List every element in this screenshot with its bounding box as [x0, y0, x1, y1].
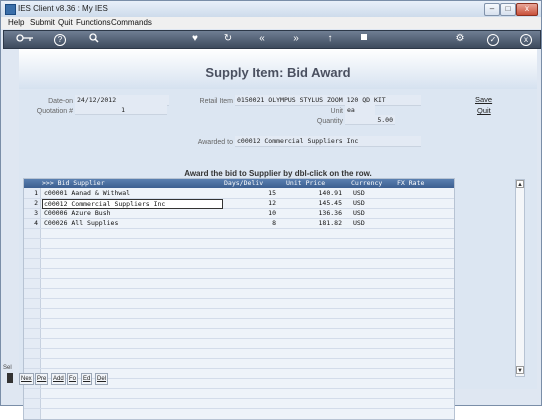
table-row[interactable]	[24, 259, 454, 269]
row-number: 4	[34, 219, 38, 227]
table-row[interactable]	[24, 389, 454, 399]
row-days[interactable]: 10	[224, 209, 276, 218]
quotation-field[interactable]: 1	[75, 105, 167, 115]
menu-functions[interactable]: Functions	[76, 18, 111, 27]
toolbar: ? ♥ ↻ « » ↑ ⚙ ✓ x	[3, 30, 541, 49]
minimize-button[interactable]: –	[484, 3, 500, 16]
save-link[interactable]: Save	[475, 95, 492, 104]
row-supplier[interactable]: c00001 Aanad & Withwal	[44, 189, 130, 198]
previous-button[interactable]: Pre	[35, 373, 49, 385]
menu-submit[interactable]: Submit	[30, 18, 55, 27]
awarded-to-field[interactable]: c00012 Commercial Suppliers Inc	[235, 136, 421, 147]
table-row[interactable]	[24, 239, 454, 249]
table-row[interactable]: 2 c00012 Commercial Suppliers Inc 12 145…	[24, 199, 454, 209]
table-row[interactable]	[24, 229, 454, 239]
table-row[interactable]	[24, 319, 454, 329]
table-row[interactable]: 3 C00006 Azure Bush 10 136.36 USD	[24, 209, 454, 219]
row-currency[interactable]: USD	[353, 189, 365, 198]
app-icon	[5, 4, 16, 15]
quotation-label: Quotation #	[36, 108, 73, 115]
quit-link[interactable]: Quit	[477, 106, 491, 115]
col-days-deliv[interactable]: Days/Deliv	[224, 179, 263, 188]
title-bar: IES Client v8.36 : My IES – □ x	[1, 1, 541, 17]
delete-button[interactable]: Del	[95, 373, 109, 385]
col-bid-supplier[interactable]: >>> Bid Supplier	[42, 179, 105, 188]
refresh-icon[interactable]: ↻	[222, 33, 234, 45]
edit-button[interactable]: Ed	[81, 373, 93, 385]
table-row[interactable]	[24, 339, 454, 349]
row-currency[interactable]: USD	[353, 209, 365, 218]
row-currency[interactable]: USD	[353, 219, 365, 228]
row-price[interactable]: 181.82	[286, 219, 342, 228]
row-days[interactable]: 15	[224, 189, 276, 198]
row-number: 3	[34, 209, 38, 217]
row-number: 2	[34, 199, 38, 207]
settings-icon[interactable]: ⚙	[454, 33, 466, 45]
menu-bar: Help Submit Quit Functions Commands	[1, 17, 541, 29]
up-icon[interactable]: ↑	[324, 33, 336, 45]
row-supplier[interactable]: c00012 Commercial Suppliers Inc	[42, 199, 223, 209]
row-number: 1	[34, 189, 38, 197]
col-currency[interactable]: Currency	[351, 179, 382, 188]
quantity-field[interactable]: 5.00	[345, 115, 395, 125]
menu-quit[interactable]: Quit	[58, 18, 73, 27]
check-icon[interactable]: ✓	[487, 34, 499, 46]
app-window: IES Client v8.36 : My IES – □ x Help Sub…	[0, 0, 542, 420]
menu-help[interactable]: Help	[8, 18, 24, 27]
left-panel-label: Sel	[3, 365, 12, 371]
row-days[interactable]: 8	[224, 219, 276, 228]
col-fx-rate[interactable]: FX Rate	[397, 179, 424, 188]
vertical-scrollbar[interactable]: ▲ ▼	[515, 179, 525, 377]
row-price[interactable]: 136.36	[286, 209, 342, 218]
table-row[interactable]: 4 C00026 All Supplies 8 181.82 USD	[24, 219, 454, 229]
unit-label: Unit	[330, 108, 343, 115]
table-row[interactable]	[24, 399, 454, 409]
table-row[interactable]	[24, 359, 454, 369]
instruction-text: Award the bid to Supplier by dbl-click o…	[184, 169, 372, 178]
menu-commands[interactable]: Commands	[111, 18, 152, 27]
stop-icon[interactable]	[358, 33, 370, 45]
retail-item-label: Retail Item	[199, 98, 233, 105]
row-supplier[interactable]: C00026 All Supplies	[44, 219, 118, 228]
date-on-label: Date-on	[48, 98, 73, 105]
rewind-icon[interactable]: «	[256, 33, 268, 45]
scroll-up-icon[interactable]: ▲	[516, 180, 524, 188]
table-row[interactable]	[24, 269, 454, 279]
forward-icon[interactable]: »	[290, 33, 302, 45]
awarded-to-label: Awarded to	[197, 139, 233, 146]
close-icon[interactable]: x	[520, 34, 532, 46]
add-button[interactable]: Add	[51, 373, 66, 385]
row-price[interactable]: 140.91	[286, 189, 342, 198]
table-row[interactable]: 1 c00001 Aanad & Withwal 15 140.91 USD	[24, 189, 454, 199]
help-icon[interactable]: ?	[54, 34, 66, 46]
record-indicator	[7, 373, 13, 383]
row-days[interactable]: 12	[224, 199, 276, 208]
row-price[interactable]: 145.45	[286, 199, 342, 208]
table-row[interactable]	[24, 309, 454, 319]
quantity-label: Quantity	[316, 118, 343, 125]
close-window-button[interactable]: x	[516, 3, 538, 16]
heart-icon[interactable]: ♥	[189, 33, 201, 45]
row-currency[interactable]: USD	[353, 199, 365, 208]
scroll-down-icon[interactable]: ▼	[516, 366, 524, 374]
grid-header: >>> Bid Supplier Days/Deliv Unit Price C…	[24, 179, 454, 188]
table-row[interactable]	[24, 289, 454, 299]
col-unit-price[interactable]: Unit Price	[286, 179, 325, 188]
table-row[interactable]	[24, 249, 454, 259]
next-button[interactable]: Nex	[19, 373, 34, 385]
maximize-button[interactable]: □	[500, 3, 516, 16]
form-area: Supply Item: Bid Award Date-on 24/12/201…	[19, 49, 537, 420]
page-title: Supply Item: Bid Award	[205, 65, 351, 80]
window-title: IES Client v8.36 : My IES	[18, 4, 108, 13]
search-icon[interactable]	[88, 33, 100, 45]
table-row[interactable]	[24, 329, 454, 339]
find-button[interactable]: Fo	[67, 373, 79, 385]
table-row[interactable]	[24, 279, 454, 289]
back-key-icon[interactable]	[16, 33, 34, 45]
left-panel: Sel	[1, 49, 19, 389]
retail-item-field[interactable]: 0150021 OLYMPUS STYLUS ZOOM 120 QD KIT	[235, 95, 421, 106]
table-row[interactable]	[24, 349, 454, 359]
row-supplier[interactable]: C00006 Azure Bush	[44, 209, 111, 218]
table-row[interactable]	[24, 299, 454, 309]
